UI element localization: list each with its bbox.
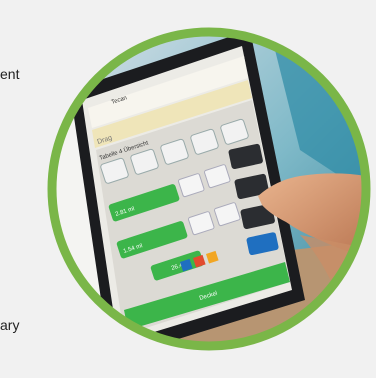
- tablet-photo: Tecan Drag Tabelle 4 Übersicht 2.81 ml 1…: [47, 27, 371, 351]
